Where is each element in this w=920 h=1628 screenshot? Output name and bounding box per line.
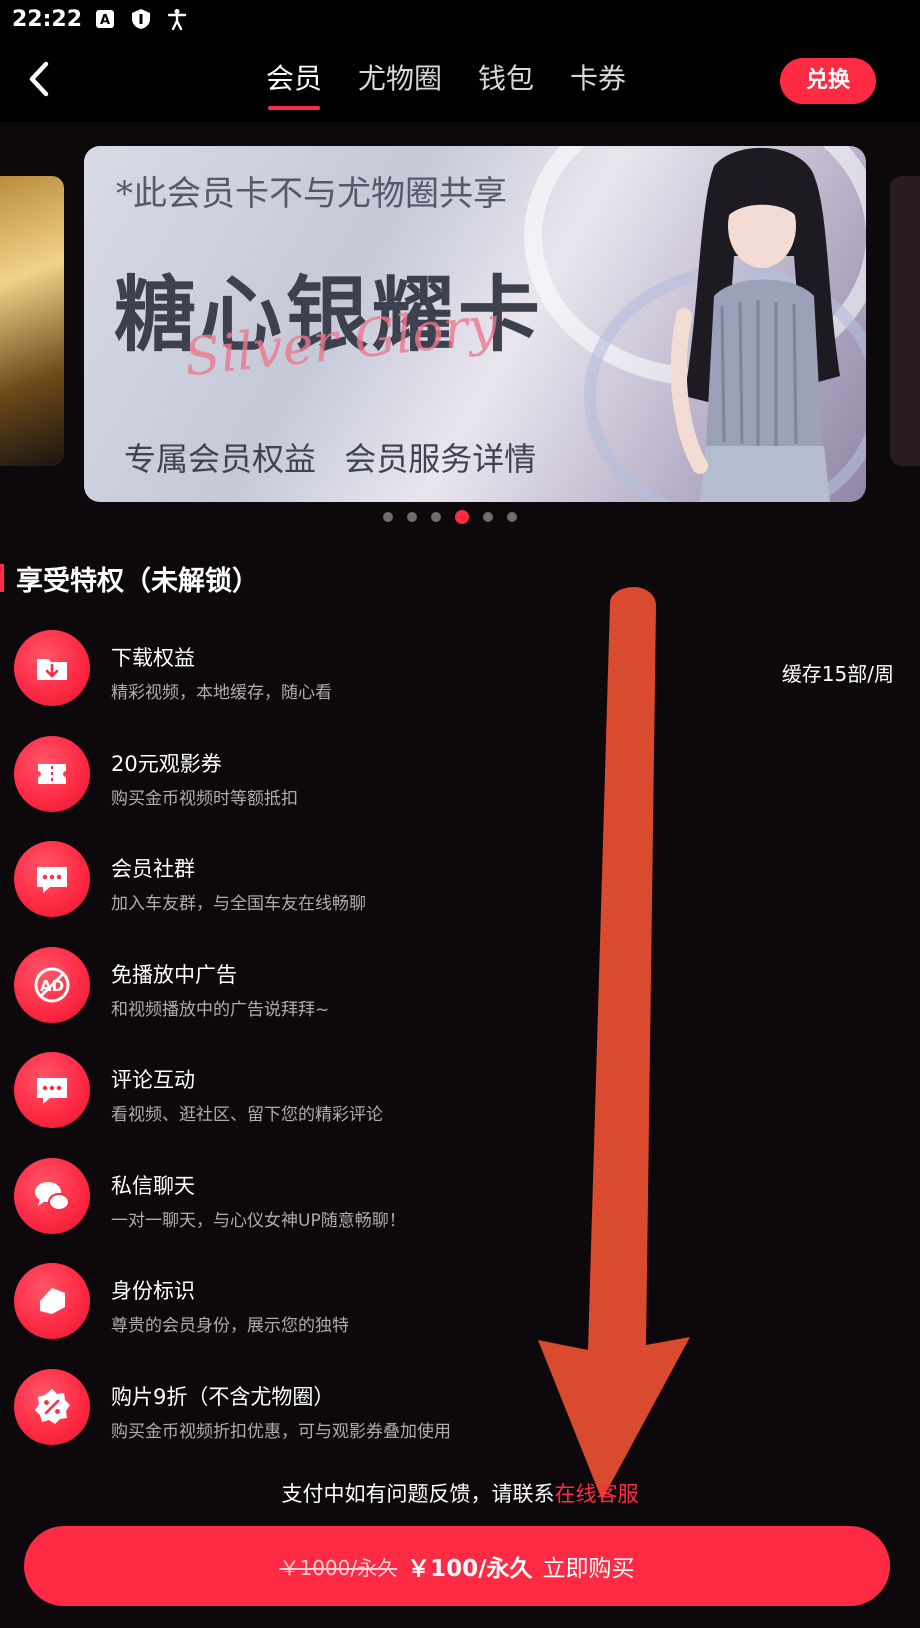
buy-now-button[interactable]: ￥1000/永久 ￥100/永久 立即购买 <box>24 1526 890 1606</box>
benefit-item: 20元观影券 购买金币视频时等额抵扣 <box>14 735 904 842</box>
benefit-item: 下载权益 精彩视频，本地缓存，随心看 缓存15部/周 <box>14 630 904 736</box>
benefit-title: 评论互动 <box>111 1068 195 1092</box>
tab-wallet[interactable]: 钱包 <box>478 54 534 106</box>
benefit-desc: 购买金币视频时等额抵扣 <box>111 788 298 809</box>
benefit-title: 购片9折（不含尤物圈） <box>111 1384 335 1409</box>
sale-price: ￥100/永久 <box>407 1556 533 1582</box>
benefit-title: 免播放中广告 <box>111 962 237 987</box>
next-card[interactable] <box>890 176 920 466</box>
svg-text:A: A <box>100 13 110 28</box>
benefit-item: AD 免播放中广告 和视频播放中的广告说拜拜~ <box>14 946 904 1053</box>
benefit-desc: 精彩视频，本地缓存，随心看 <box>111 683 332 703</box>
benefit-item: 私信聊天 一对一聊天，与心仪女神UP随意畅聊！ <box>14 1157 904 1264</box>
support-text: 支付中如有问题反馈，请联系 <box>281 1482 555 1506</box>
privileges-header: 享受特权（未解锁） <box>0 560 259 597</box>
benefit-item: 购片9折（不含尤物圈） 购买金币视频折扣优惠，可与观影券叠加使用 <box>14 1368 904 1475</box>
benefit-desc: 购买金币视频折扣优惠，可与观影券叠加使用 <box>111 1421 451 1442</box>
card-links: 专属会员权益 会员服务详情 <box>124 434 554 480</box>
benefit-desc: 和视频播放中的广告说拜拜~ <box>111 999 330 1020</box>
previous-card[interactable] <box>0 176 64 466</box>
benefit-title: 下载权益 <box>111 646 195 670</box>
section-title: 享受特权（未解锁） <box>16 565 259 597</box>
membership-card[interactable]: *此会员卡不与尤物圈共享 糖心银耀卡 Silver Glory 专属会员权益 会… <box>84 146 866 502</box>
status-time: 22:22 <box>12 6 83 32</box>
benefit-item: 评论互动 看视频、逛社区、留下您的精彩评论 <box>14 1052 904 1158</box>
benefit-quota: 缓存15部/周 <box>781 662 894 686</box>
benefit-title: 会员社群 <box>111 857 195 881</box>
carousel-dot[interactable] <box>507 512 517 522</box>
tab-coupons[interactable]: 卡券 <box>570 54 626 106</box>
model-photo <box>670 147 840 502</box>
member-service-link[interactable]: 会员服务详情 <box>344 440 536 478</box>
buy-action-label: 立即购买 <box>542 1556 635 1582</box>
card-note: *此会员卡不与尤物圈共享 <box>116 174 507 214</box>
support-line: 支付中如有问题反馈，请联系在线客服 <box>0 1478 920 1508</box>
ticket-icon <box>14 735 90 812</box>
benefit-item: 会员社群 加入车友群，与全国车友在线畅聊 <box>14 841 904 947</box>
membership-card-carousel[interactable]: *此会员卡不与尤物圈共享 糖心银耀卡 Silver Glory 专属会员权益 会… <box>0 140 920 510</box>
chat-bubble-icon <box>14 841 90 917</box>
section-accent-bar <box>0 564 4 592</box>
status-bar: 22:22 A <box>0 0 920 38</box>
carousel-dot[interactable] <box>383 512 393 522</box>
benefit-item: 身份标识 尊贵的会员身份，展示您的独特 <box>14 1263 904 1369</box>
member-benefits-link[interactable]: 专属会员权益 <box>124 440 316 478</box>
download-folder-icon <box>14 630 90 706</box>
carousel-dot[interactable] <box>431 512 441 522</box>
shield-icon <box>132 9 151 29</box>
redeem-button[interactable]: 兑换 <box>780 58 876 104</box>
keyboard-a-icon: A <box>96 10 115 28</box>
carousel-dot[interactable] <box>407 512 417 522</box>
benefit-title: 身份标识 <box>111 1279 195 1303</box>
accessibility-icon <box>167 9 187 30</box>
benefit-title: 私信聊天 <box>111 1173 195 1198</box>
benefit-desc: 看视频、逛社区、留下您的精彩评论 <box>111 1105 383 1125</box>
discount-badge-icon <box>14 1368 90 1445</box>
identity-tag-icon <box>14 1263 90 1339</box>
tab-membership[interactable]: 会员 <box>266 54 322 110</box>
tab-bar: 会员 尤物圈 钱包 卡券 <box>266 54 662 110</box>
comment-icon <box>14 1052 90 1128</box>
private-message-icon <box>14 1157 90 1234</box>
carousel-indicator <box>0 510 920 528</box>
tab-youwu-circle[interactable]: 尤物圈 <box>358 54 442 106</box>
benefit-list: 下载权益 精彩视频，本地缓存，随心看 缓存15部/周 20元观影券 购买金币视频… <box>14 630 904 1474</box>
no-ad-icon: AD <box>14 946 90 1023</box>
online-support-link[interactable]: 在线客服 <box>555 1482 639 1506</box>
carousel-dot-active[interactable] <box>455 510 469 524</box>
original-price: ￥1000/永久 <box>279 1555 398 1580</box>
benefit-desc: 加入车友群，与全国车友在线畅聊 <box>111 894 366 914</box>
carousel-dot[interactable] <box>483 512 493 522</box>
back-arrow-icon[interactable] <box>20 58 60 100</box>
benefit-desc: 尊贵的会员身份，展示您的独特 <box>111 1316 349 1336</box>
top-nav: 会员 尤物圈 钱包 卡券 兑换 <box>0 38 920 122</box>
benefit-title: 20元观影券 <box>111 751 222 776</box>
benefit-desc: 一对一聊天，与心仪女神UP随意畅聊！ <box>111 1210 406 1231</box>
